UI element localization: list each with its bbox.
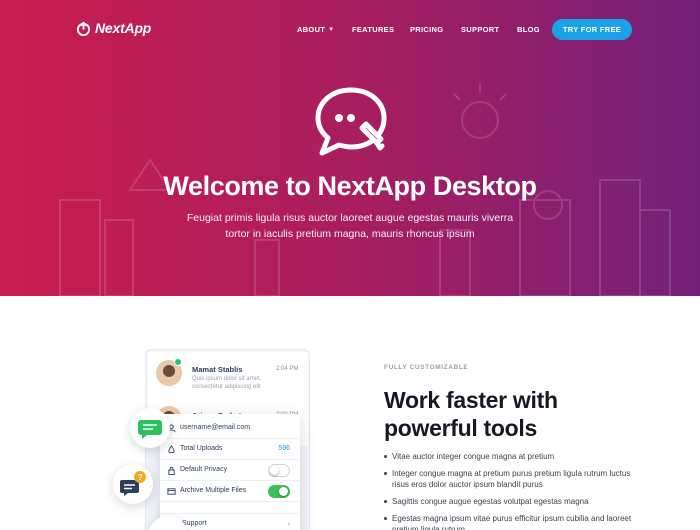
nav-item-pricing[interactable]: PRICING (410, 25, 443, 34)
archive-toggle[interactable] (268, 485, 290, 498)
section-eyebrow: FULLY CUSTOMIZABLE (384, 364, 469, 371)
hero-title: Welcome to NextApp Desktop (163, 171, 537, 201)
archive-label: Archive Multiple Files (180, 487, 247, 494)
hero-section: NextApp ABOUT ▼ FEATURES PRICING SUPPORT … (0, 0, 700, 296)
section-title-line: Work faster with (384, 387, 558, 413)
section-title-line: powerful tools (384, 415, 537, 441)
nav-item-blog[interactable]: BLOG (517, 25, 540, 34)
top-nav: NextApp ABOUT ▼ FEATURES PRICING SUPPORT … (0, 0, 700, 60)
chat-message: Quis ipsum dolor sit amet, consectetur a… (192, 376, 262, 390)
question-chat-icon: ? (120, 471, 146, 496)
archive-icon (167, 488, 176, 495)
section-title: Work faster with powerful tools (384, 386, 644, 442)
chat-bubble-green (130, 408, 170, 448)
archive-row: Archive Multiple Files (160, 481, 300, 502)
nav-item-label: ABOUT (297, 25, 326, 34)
brand-logo-icon (76, 21, 91, 36)
svg-text:?: ? (138, 473, 143, 482)
hero-subtitle-line: Feugiat primis ligula risus auctor laore… (186, 212, 514, 224)
message-icon (138, 420, 162, 439)
privacy-toggle[interactable] (268, 464, 290, 477)
uploads-label: Total Uploads (180, 445, 223, 452)
online-status-dot (174, 358, 182, 366)
uploads-row[interactable]: Total Uploads 596 (160, 439, 300, 460)
hero-subtitle: Feugiat primis ligula risus auctor laore… (0, 210, 700, 242)
nav-item-features[interactable]: FEATURES (352, 25, 394, 34)
feature-item: Egestas magna ipsum vitae purus efficitu… (384, 513, 634, 530)
privacy-label: Default Privacy (180, 466, 228, 473)
feature-item: Integer congue magna at pretium purus pr… (384, 468, 634, 490)
toggle-knob (279, 487, 288, 496)
lock-icon (168, 466, 175, 475)
nav-item-support[interactable]: SUPPORT (461, 25, 499, 34)
settings-card: username@email.com Total Uploads 596 Def… (160, 414, 300, 530)
feature-item: Vitae auctor integer congue magna at pre… (384, 451, 634, 462)
brand[interactable]: NextApp (76, 20, 151, 36)
privacy-row: Default Privacy (160, 460, 300, 481)
chat-edit-icon (315, 87, 387, 156)
email-row[interactable]: username@email.com (160, 418, 300, 439)
chat-bubble-question: ? (113, 464, 153, 504)
chevron-right-icon: › (287, 519, 290, 528)
uploads-count: 596 (278, 445, 290, 452)
email-value: username@email.com (180, 424, 251, 431)
chat-time: 2:04 PM (276, 366, 299, 372)
feature-list: Vitae auctor integer congue magna at pre… (384, 451, 634, 530)
toggle-knob (270, 466, 279, 475)
chat-name: Mamat Stablis (192, 365, 243, 374)
try-for-free-button[interactable]: TRY FOR FREE (552, 19, 632, 40)
hero-subtitle-line: tortor in iaculis pretium magna, mauris … (225, 228, 475, 240)
feature-item: Sagittis congue augue egestas volutpat e… (384, 496, 634, 507)
nav-item-about[interactable]: ABOUT ▼ (297, 25, 334, 34)
chevron-down-icon: ▼ (328, 27, 335, 33)
chat-list-item[interactable]: Mamat Stablis 2:04 PM Quis ipsum dolor s… (148, 352, 308, 400)
brand-name: NextApp (95, 20, 152, 36)
